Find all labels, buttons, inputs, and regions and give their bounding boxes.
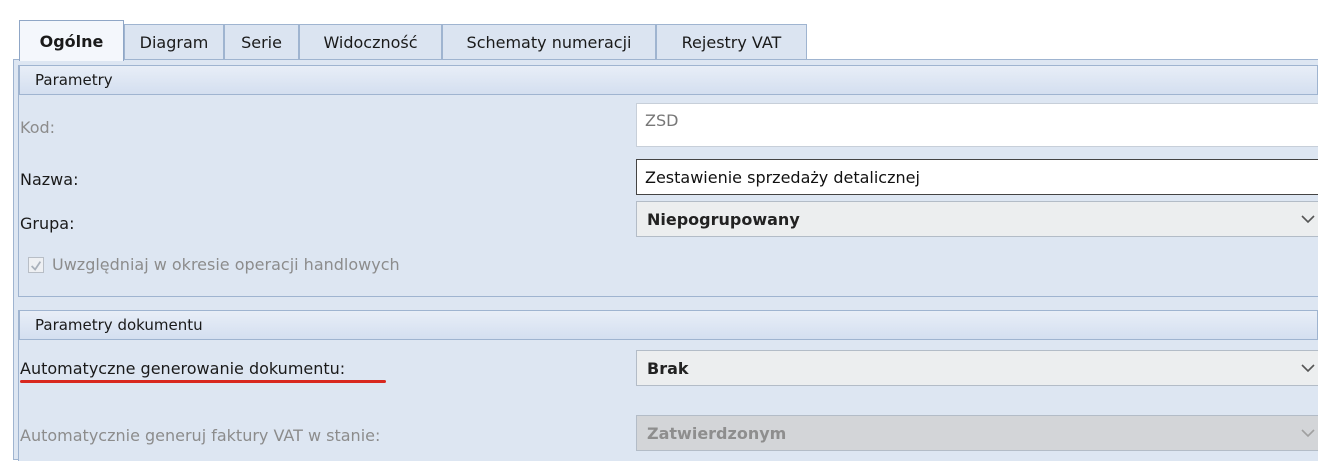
auto-generowanie-label: Automatyczne generowanie dokumentu:: [20, 359, 346, 378]
auto-generowanie-select[interactable]: Brak: [636, 350, 1318, 386]
tab-bar: Ogólne Diagram Serie Widoczność Schematy…: [13, 20, 1318, 61]
tab-content-panel: Parametry Kod: ZSD Nazwa: Zestawienie sp…: [13, 59, 1318, 461]
nazwa-label: Nazwa:: [20, 170, 79, 189]
grupa-select-value: Niepogrupowany: [647, 209, 800, 229]
grupa-label: Grupa:: [20, 214, 75, 233]
parametry-header-label: Parametry: [35, 71, 113, 89]
highlight-underline: [20, 380, 386, 383]
tab-widocznosc[interactable]: Widoczność: [299, 24, 442, 60]
chevron-down-icon: [1301, 429, 1315, 438]
uwzgledniaj-label: Uwzględniaj w okresie operacji handlowyc…: [52, 255, 400, 274]
parametry-dokumentu-header: Parametry dokumentu: [19, 310, 1318, 340]
tab-schematy-numeracji[interactable]: Schematy numeracji: [442, 24, 656, 60]
chevron-down-icon: [1301, 364, 1315, 373]
tab-ogolne[interactable]: Ogólne: [19, 20, 124, 61]
tab-rejestry-vat[interactable]: Rejestry VAT: [656, 24, 807, 60]
auto-generowanie-select-value: Brak: [647, 358, 689, 378]
chevron-down-icon: [1301, 215, 1315, 224]
grupa-select[interactable]: Niepogrupowany: [636, 201, 1318, 237]
parametry-dokumentu-header-label: Parametry dokumentu: [35, 316, 203, 334]
kod-label: Kod:: [20, 118, 56, 137]
nazwa-input[interactable]: Zestawienie sprzedaży detalicznej: [636, 159, 1318, 195]
parametry-header: Parametry: [19, 65, 1318, 95]
auto-vat-select-value: Zatwierdzonym: [647, 423, 787, 443]
checkmark-icon: [31, 261, 42, 271]
auto-vat-select: Zatwierdzonym: [636, 415, 1318, 451]
tab-diagram[interactable]: Diagram: [124, 24, 224, 60]
kod-field: ZSD: [636, 103, 1318, 147]
tab-serie[interactable]: Serie: [224, 24, 299, 60]
auto-vat-label: Automatycznie generuj faktury VAT w stan…: [20, 426, 381, 445]
uwzgledniaj-checkbox[interactable]: [28, 257, 44, 273]
